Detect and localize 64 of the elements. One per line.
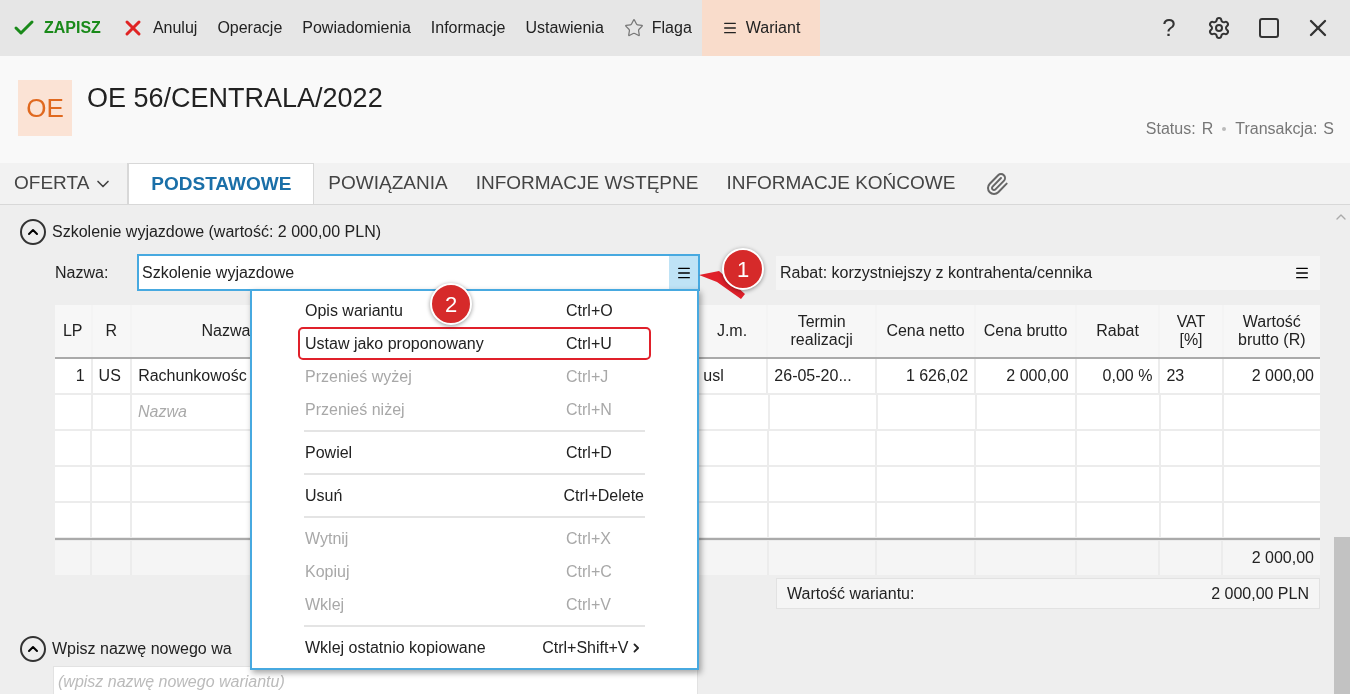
table-cell: US: [92, 359, 131, 393]
shortcut-text: Ctrl+X: [566, 528, 611, 549]
menu-item[interactable]: Powiel: [305, 440, 353, 465]
maximize-icon[interactable]: [1257, 16, 1281, 40]
toolbar-button[interactable]: Powiadomienia: [292, 0, 421, 56]
menu-icon: [721, 20, 738, 36]
name-label: Nazwa:: [55, 262, 110, 283]
table-cell: 26-05-20...: [768, 359, 875, 393]
table-cell: 0,00 %: [1076, 359, 1159, 393]
shortcut-text: Ctrl+Shift+V: [542, 637, 629, 658]
table-cell: 2 000,00: [1223, 541, 1320, 575]
table-cell: [55, 503, 91, 537]
toolbar-button[interactable]: Flaga: [613, 0, 702, 56]
shortcut-text: Ctrl+J: [566, 366, 609, 387]
table-cell: 2 000,00: [976, 359, 1075, 393]
transaction-label: Transakcja:: [1235, 119, 1318, 139]
shortcut-text: Ctrl+Delete: [563, 485, 644, 506]
toolbar-button[interactable]: ZAPISZ: [2, 0, 111, 56]
settings-icon[interactable]: [1207, 16, 1231, 40]
toolbar-button[interactable]: Anuluj: [110, 0, 208, 56]
scrollbar-thumb[interactable]: [1334, 537, 1350, 694]
toolbar-button[interactable]: Wariant: [701, 0, 821, 56]
callout-badge: 1: [722, 248, 764, 290]
name-field[interactable]: Szkolenie wyjazdowe: [137, 254, 700, 291]
table-cell: 23: [1160, 359, 1222, 393]
table-cell: [1160, 503, 1222, 537]
variant-value-label: Wartość wariantu:: [787, 583, 915, 604]
shortcut-text: Ctrl+O: [566, 300, 613, 321]
tab[interactable]: INFORMACJE WSTĘPNE: [461, 163, 713, 204]
table-cell: 1: [55, 359, 91, 393]
menu-item[interactable]: Wklej ostatnio kopiowane: [305, 635, 486, 660]
table-cell: usl: [697, 359, 767, 393]
shortcut-text: Ctrl+U: [566, 333, 612, 354]
table-cell: 2 000,00: [1223, 359, 1320, 393]
star-icon: [623, 18, 644, 38]
table-cell: 1 626,02: [876, 359, 975, 393]
new-variant-input[interactable]: (wpisz nazwę nowego wariantu): [53, 666, 698, 694]
toolbar-button[interactable]: Operacje: [207, 0, 293, 56]
collapse-toggle-icon[interactable]: [20, 219, 46, 245]
dot-separator-icon: [1222, 127, 1227, 131]
help-button[interactable]: ?: [1144, 0, 1194, 56]
menu-item[interactable]: Usuń: [305, 483, 343, 508]
collapse-toggle-icon[interactable]: [20, 636, 46, 662]
status-label: Status:: [1145, 119, 1196, 139]
table-cell: [92, 503, 130, 537]
section-heading: Wpisz nazwę nowego wa: [52, 639, 232, 659]
variant-value: 2 000,00 PLN: [1211, 583, 1309, 604]
toolbar-button[interactable]: Informacje: [420, 0, 516, 56]
toolbar-button[interactable]: Ustawienia: [515, 0, 614, 56]
tab[interactable]: POWIĄZANIA: [314, 163, 462, 204]
shortcut-text: Ctrl+C: [566, 561, 612, 582]
discount-field[interactable]: Rabat: korzystniejszy z kontrahenta/cennika: [776, 255, 1320, 290]
tab[interactable]: PODSTAWOWE: [128, 163, 315, 204]
shortcut-text: Ctrl+N: [566, 399, 612, 420]
paperclip-icon[interactable]: [985, 171, 1010, 196]
status-value: R: [1201, 119, 1214, 139]
document-badge: OE: [18, 80, 72, 136]
document-title: OE 56/CENTRALA/2022: [87, 82, 383, 115]
tab[interactable]: INFORMACJE KOŃCOWE: [712, 163, 970, 204]
menu-button[interactable]: [669, 256, 698, 289]
shortcut-text: Ctrl+V: [566, 594, 611, 615]
shortcut-text: Ctrl+D: [566, 442, 612, 463]
section-heading: Szkolenie wyjazdowe (wartość: 2 000,00 PLN): [52, 222, 382, 242]
transaction-value: S: [1323, 119, 1334, 139]
